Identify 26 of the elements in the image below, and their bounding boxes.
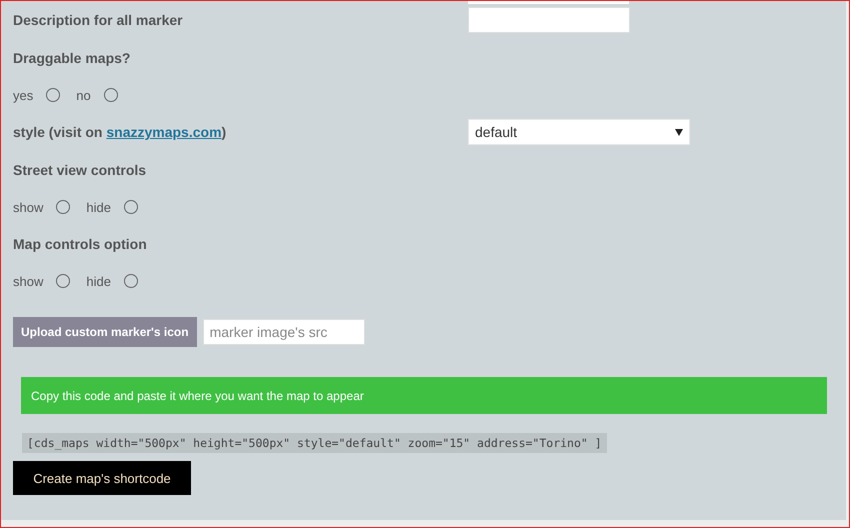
style-dropdown[interactable]: default <box>468 119 690 145</box>
field-label: Street view controls <box>13 162 148 178</box>
field-label: style (visit on snazzymaps.com) <box>13 124 228 140</box>
upload-button[interactable]: Upload custom marker's icon <box>13 317 197 347</box>
description-field[interactable] <box>468 7 630 33</box>
notice-banner: Copy this code and paste it where you want the map to appear <box>21 377 827 414</box>
option-label: show <box>13 274 44 288</box>
radio-button[interactable] <box>56 200 70 214</box>
snazzymaps-link[interactable]: snazzymaps.com <box>106 124 222 140</box>
field-label: Draggable maps? <box>13 50 132 66</box>
option-label: hide <box>86 274 111 288</box>
caret-icon <box>675 129 683 136</box>
field-label: Description for all marker <box>13 12 184 28</box>
option-label: show <box>13 200 44 214</box>
image-src-field[interactable]: marker image's src <box>202 319 365 345</box>
radio-button[interactable] <box>46 88 60 102</box>
option-label: yes <box>13 88 34 102</box>
create-shortcode-button[interactable]: Create map's shortcode <box>13 461 191 495</box>
option-label: no <box>76 88 91 102</box>
radio-button[interactable] <box>124 274 138 288</box>
radio-button[interactable] <box>124 200 138 214</box>
field-label: Map controls option <box>13 236 148 252</box>
shortcode-text: [cds_maps width="500px" height="500px" style="default" zoom="15" address="Torino" ] <box>22 433 607 453</box>
radio-button[interactable] <box>104 88 118 102</box>
option-label: hide <box>86 200 111 214</box>
radio-button[interactable] <box>56 274 70 288</box>
